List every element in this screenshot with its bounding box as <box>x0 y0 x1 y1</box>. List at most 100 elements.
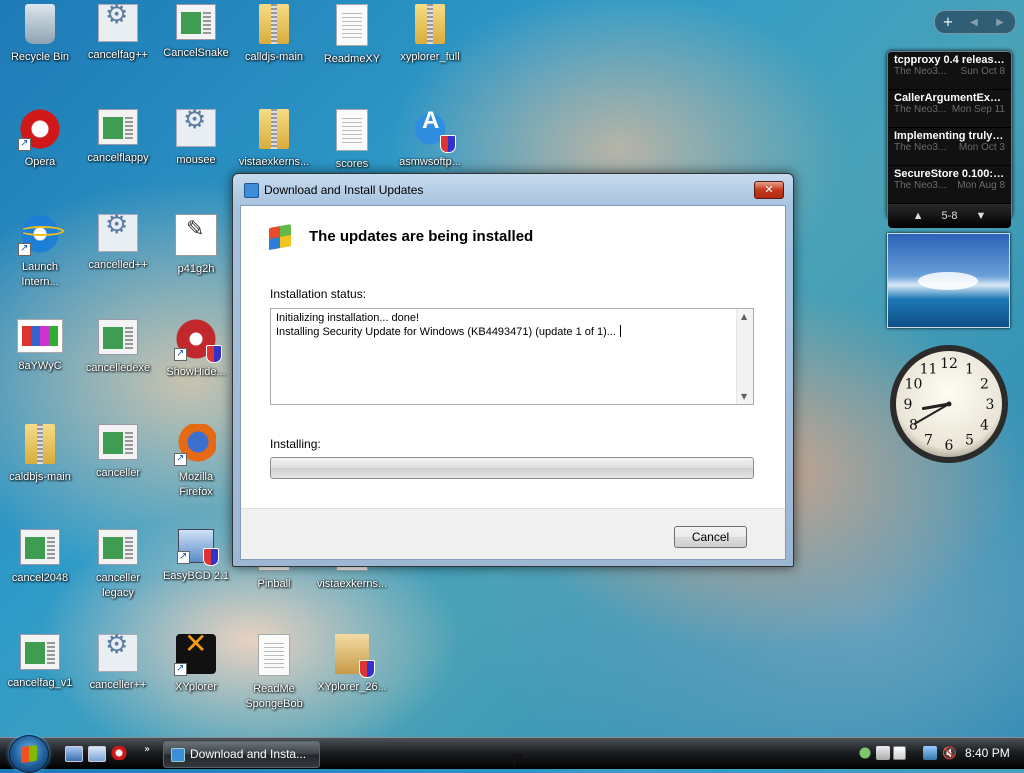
desktop-icon[interactable]: canceller <box>78 424 158 481</box>
feed-item[interactable]: CallerArgumentExpr... The Neo3... Mon Sep … <box>888 90 1011 128</box>
desktop-icon[interactable]: asmwsoftp... <box>390 109 470 170</box>
feed-item-date: Mon Sep 11 <box>951 104 1005 115</box>
log-line-1: Initializing installation... done! <box>276 312 420 324</box>
showhide-app-icon <box>174 319 222 363</box>
desktop-icon-label: CancelSnake <box>163 47 229 59</box>
desktop-icon-label: calldjs-main <box>244 51 304 63</box>
text-caret <box>619 325 621 337</box>
tray-network-sharing-icon[interactable] <box>876 746 890 760</box>
desktop-icon-label: caldbjs-main <box>9 471 71 483</box>
network-icon[interactable] <box>923 746 937 760</box>
desktop-icon[interactable]: Recycle Bin <box>0 4 80 65</box>
desktop-icon[interactable]: xyplorer_full <box>390 4 470 65</box>
feed-page-indicator: 5-8 <box>941 210 958 222</box>
desktop-icon[interactable]: ReadmeXY <box>312 4 392 67</box>
feed-item-title: Implementing truly s... <box>894 130 1005 142</box>
desktop-icon[interactable]: cancelfag_v1 <box>0 634 80 691</box>
close-button[interactable]: ✕ <box>754 181 784 199</box>
switch-windows-icon[interactable] <box>88 746 106 762</box>
desktop-icon[interactable]: Mozilla Firefox <box>156 424 236 500</box>
feed-item[interactable]: SecureStore 0.100: K... The Neo3... Mon Au… <box>888 166 1011 204</box>
desktop-icon-label: mousee <box>176 154 216 166</box>
feed-item-source: The Neo3... <box>894 104 947 115</box>
clock-numeral: 12 <box>940 356 958 372</box>
window-app-icon <box>98 529 138 565</box>
desktop-icon[interactable]: 8aYWyC <box>0 319 80 374</box>
desktop-icon[interactable]: mousee <box>156 109 236 168</box>
opera-quicklaunch-icon[interactable] <box>111 746 127 760</box>
feed-previous-icon[interactable]: ▲ <box>913 210 924 222</box>
taskbar-button-download-install-updates[interactable]: Download and Insta... <box>163 741 320 768</box>
desktop-icon[interactable]: XYplorer <box>156 634 236 695</box>
feed-item[interactable]: tcpproxy 0.4 released The Neo3... Sun Oct … <box>888 52 1011 90</box>
show-desktop-icon[interactable] <box>65 746 83 762</box>
gear-app-icon <box>176 109 216 147</box>
clock-numeral: 5 <box>965 433 974 449</box>
feed-next-icon[interactable]: ▼ <box>975 210 986 222</box>
desktop-icon-label-line2: SpongeBob <box>245 698 303 710</box>
desktop-icon[interactable]: calldjs-main <box>234 4 314 65</box>
next-icon[interactable]: ▶ <box>987 17 1013 28</box>
desktop-icon-label: XYplorer <box>175 681 217 693</box>
desktop-icon[interactable]: cancelled++ <box>78 214 158 273</box>
tray-app-icon[interactable] <box>858 746 872 760</box>
desktop-icon[interactable]: CancelSnake <box>156 4 236 61</box>
clock-numeral: 11 <box>920 361 938 377</box>
desktop-icon[interactable]: canceller++ <box>78 634 158 693</box>
desktop-icon[interactable]: ReadMe SpongeBob <box>234 634 314 712</box>
internet-explorer-icon <box>18 214 64 256</box>
feed-item-date: Sun Oct 8 <box>960 66 1005 77</box>
window-app-icon <box>98 319 138 355</box>
desktop-icon[interactable]: scores <box>312 109 392 172</box>
gear-app-icon <box>98 4 138 42</box>
volume-muted-icon[interactable]: 🔇 <box>942 746 957 760</box>
quicklaunch-more-icon[interactable]: » <box>144 744 150 755</box>
shortcut-arrow-icon <box>174 661 187 676</box>
feed-item-source: The Neo3... <box>894 180 947 191</box>
installer-box-icon <box>335 634 375 678</box>
desktop-icon[interactable]: vistaexkerns... <box>234 109 314 170</box>
desktop-icon[interactable]: Launch Intern... <box>0 214 80 290</box>
desktop-icon[interactable]: p41g2h <box>156 214 236 277</box>
log-scrollbar[interactable]: ▲ ▼ <box>736 309 753 404</box>
scroll-up-icon[interactable]: ▲ <box>741 312 747 321</box>
desktop-icon-label: cancelfag++ <box>88 49 148 61</box>
desktop-icon-label: vistaexkerns... <box>316 578 388 590</box>
cancel-button[interactable]: Cancel <box>674 526 747 548</box>
desktop-icon[interactable]: ShowHide... <box>156 319 236 380</box>
desktop-icon[interactable]: cancel2048 <box>0 529 80 586</box>
scroll-down-icon[interactable]: ▼ <box>741 392 747 401</box>
desktop-icon[interactable]: cancelfag++ <box>78 4 158 63</box>
desktop-icon[interactable]: Opera <box>0 109 80 170</box>
start-button[interactable] <box>9 735 49 773</box>
desktop-icon[interactable]: cancelflappy <box>78 109 158 166</box>
taskbar-clock[interactable]: 8:40 PM <box>965 746 1010 760</box>
windows-logo-icon <box>265 222 295 252</box>
window-app-icon <box>98 109 138 145</box>
desktop-icon-label: ReadMe <box>253 683 295 695</box>
installation-log[interactable]: Initializing installation... done! Insta… <box>270 308 754 405</box>
desktop-icon-label: ShowHide... <box>166 366 226 378</box>
previous-icon[interactable]: ◀ <box>961 17 987 28</box>
desktop-icon[interactable]: XYplorer_26... <box>312 634 392 695</box>
slideshow-gadget[interactable] <box>887 233 1010 328</box>
log-line-2: Installing Security Update for Windows (… <box>276 326 616 338</box>
desktop-icon-label: xyplorer_full <box>400 51 460 63</box>
feed-item-meta: The Neo3... Mon Aug 8 <box>894 180 1005 191</box>
desktop-icon-label: canceller <box>95 467 141 479</box>
desktop-icon[interactable]: caldbjs-main <box>0 424 80 485</box>
desktop-icon-label: cancelled++ <box>88 259 148 271</box>
add-gadget-icon[interactable]: + <box>935 15 961 30</box>
desktop-icon-label: XYplorer_26... <box>317 681 387 693</box>
desktop-icon[interactable]: canceller legacy <box>78 529 158 601</box>
desktop-icon[interactable]: EasyBCD 2.1 <box>156 529 236 584</box>
tray-document-icon[interactable] <box>893 746 906 760</box>
dialog-button-area: Cancel <box>241 508 785 559</box>
feed-item[interactable]: Implementing truly s... The Neo3... Mon Oc… <box>888 128 1011 166</box>
easybcd-icon <box>177 529 219 566</box>
dialog-titlebar[interactable]: Download and Install Updates ✕ <box>233 174 793 204</box>
feed-item-meta: The Neo3... Mon Sep 11 <box>894 104 1005 115</box>
clock-numeral: 4 <box>980 418 989 434</box>
desktop-icon-label: Mozilla <box>178 471 214 483</box>
desktop-icon[interactable]: cancelledexe <box>78 319 158 376</box>
